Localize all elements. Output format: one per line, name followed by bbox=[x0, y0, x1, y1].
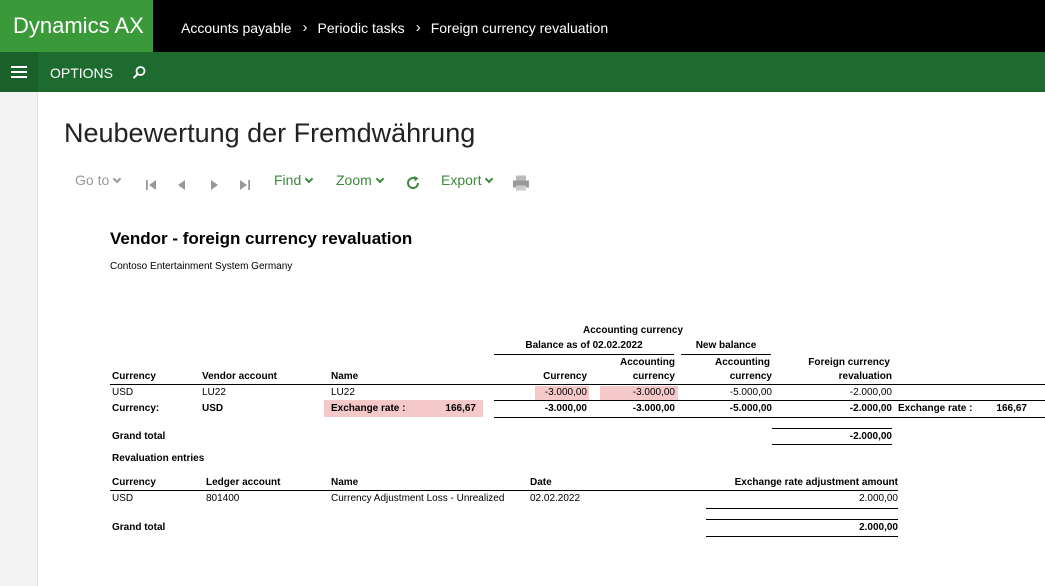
refresh-icon[interactable] bbox=[405, 172, 421, 194]
group-header-new-balance: New balance bbox=[695, 340, 757, 351]
next-page-icon[interactable] bbox=[209, 174, 221, 196]
subtotal-exchange-rate-2: 166,67 bbox=[996, 403, 1027, 414]
chevron-right-icon: › bbox=[415, 19, 421, 36]
company-name: Contoso Entertainment System Germany bbox=[110, 261, 293, 272]
subtotal-exchange-rate-box: Exchange rate : 166,67 bbox=[324, 400, 483, 417]
breadcrumb-item-periodic-tasks[interactable]: Periodic tasks bbox=[318, 0, 405, 56]
zoom-dropdown[interactable]: Zoom bbox=[336, 170, 385, 192]
chevron-down-icon bbox=[304, 174, 314, 184]
reval-header-currency: Currency bbox=[112, 477, 156, 488]
subtotal-new-accounting: -5.000,00 bbox=[729, 403, 772, 414]
subtotal-label: Currency: bbox=[112, 403, 160, 414]
goto-label: Go to bbox=[75, 172, 110, 188]
revaluation-heading: Revaluation entries bbox=[112, 453, 205, 464]
reval-row-ledger-account: 801400 bbox=[206, 493, 240, 504]
subtotal-balance-accounting: -3.000,00 bbox=[632, 403, 675, 414]
row-new-accounting: -5.000,00 bbox=[729, 387, 772, 398]
row-balance-currency: -3.000,00 bbox=[535, 386, 589, 400]
column-header-fcr-1: Foreign currency bbox=[808, 357, 890, 368]
action-bar: OPTIONS bbox=[0, 52, 1045, 92]
column-header-balance-currency: Currency bbox=[543, 371, 587, 382]
subtotal-fcr: -2.000,00 bbox=[849, 403, 892, 414]
reval-header-date: Date bbox=[530, 477, 552, 488]
column-header-vendor-account: Vendor account bbox=[202, 371, 278, 382]
reval-header-name: Name bbox=[331, 477, 359, 488]
group-header-accounting-currency: Accounting currency bbox=[582, 325, 684, 336]
chevron-down-icon bbox=[485, 174, 494, 184]
zoom-label: Zoom bbox=[336, 172, 372, 188]
last-page-icon[interactable] bbox=[239, 174, 251, 196]
column-header-name: Name bbox=[331, 371, 359, 382]
breadcrumb-item-accounts-payable[interactable]: Accounts payable bbox=[181, 0, 292, 56]
export-dropdown[interactable]: Export bbox=[441, 170, 494, 192]
reval-row-amount: 2.000,00 bbox=[859, 493, 898, 504]
row-currency: USD bbox=[112, 387, 134, 398]
grand-total-label: Grand total bbox=[112, 431, 166, 442]
find-label: Find bbox=[274, 172, 302, 188]
grand-total-value: -2.000,00 bbox=[849, 431, 892, 442]
row-vendor-account: LU22 bbox=[202, 387, 226, 398]
column-header-new-accounting-2: currency bbox=[729, 371, 772, 382]
options-button[interactable]: OPTIONS bbox=[50, 52, 113, 94]
reval-header-amount: Exchange rate adjustment amount bbox=[734, 477, 898, 488]
reval-row-currency: USD bbox=[112, 493, 134, 504]
subtotal-balance-currency: -3.000,00 bbox=[544, 403, 587, 414]
row-fcr: -2.000,00 bbox=[849, 387, 892, 398]
subtotal-exchange-rate-label: Exchange rate : bbox=[331, 403, 406, 414]
chevron-down-icon bbox=[113, 174, 122, 184]
breadcrumb-item-current: Foreign currency revaluation bbox=[430, 20, 609, 36]
column-header-fcr-2: revaluation bbox=[838, 371, 892, 382]
top-bar: Dynamics AX Accounts payable › Periodic ta… bbox=[0, 0, 1045, 52]
subtotal-currency: USD bbox=[202, 403, 224, 414]
page-title: Neubewertung der Fremdwährung bbox=[64, 118, 476, 148]
goto-dropdown[interactable]: Go to bbox=[75, 170, 122, 192]
reval-header-ledger-account: Ledger account bbox=[206, 477, 281, 488]
search-icon[interactable] bbox=[131, 65, 147, 81]
previous-page-icon[interactable] bbox=[175, 174, 187, 196]
group-header-balance-as-of: Balance as of 02.02.2022 bbox=[525, 340, 643, 351]
reval-row-date: 02.02.2022 bbox=[530, 493, 581, 504]
app-brand[interactable]: Dynamics AX bbox=[0, 0, 153, 52]
export-label: Export bbox=[441, 172, 482, 188]
column-header-balance-accounting-2: currency bbox=[632, 371, 675, 382]
hamburger-menu-icon[interactable] bbox=[0, 52, 38, 92]
chevron-down-icon bbox=[375, 174, 385, 184]
column-header-balance-accounting-1: Accounting bbox=[620, 357, 675, 368]
subtotal-exchange-rate-label-2: Exchange rate : bbox=[898, 403, 973, 414]
row-balance-accounting: -3.000,00 bbox=[600, 386, 678, 400]
print-icon[interactable] bbox=[512, 172, 530, 194]
reval-row-name: Currency Adjustment Loss - Unrealized bbox=[331, 493, 505, 504]
report-title: Vendor - foreign currency revaluation bbox=[110, 229, 413, 248]
grand-total-2-label: Grand total bbox=[112, 522, 166, 533]
chevron-right-icon: › bbox=[302, 19, 308, 36]
find-dropdown[interactable]: Find bbox=[274, 170, 314, 192]
column-header-new-accounting-1: Accounting bbox=[715, 357, 770, 368]
left-navigation-rail bbox=[0, 92, 38, 586]
subtotal-exchange-rate: 166,67 bbox=[445, 403, 476, 414]
row-name: LU22 bbox=[331, 387, 355, 398]
column-header-currency: Currency bbox=[112, 371, 156, 382]
grand-total-2-value: 2.000,00 bbox=[859, 522, 898, 533]
breadcrumb: Accounts payable › Periodic tasks › Foreign … bbox=[181, 0, 608, 52]
first-page-icon[interactable] bbox=[145, 174, 157, 196]
